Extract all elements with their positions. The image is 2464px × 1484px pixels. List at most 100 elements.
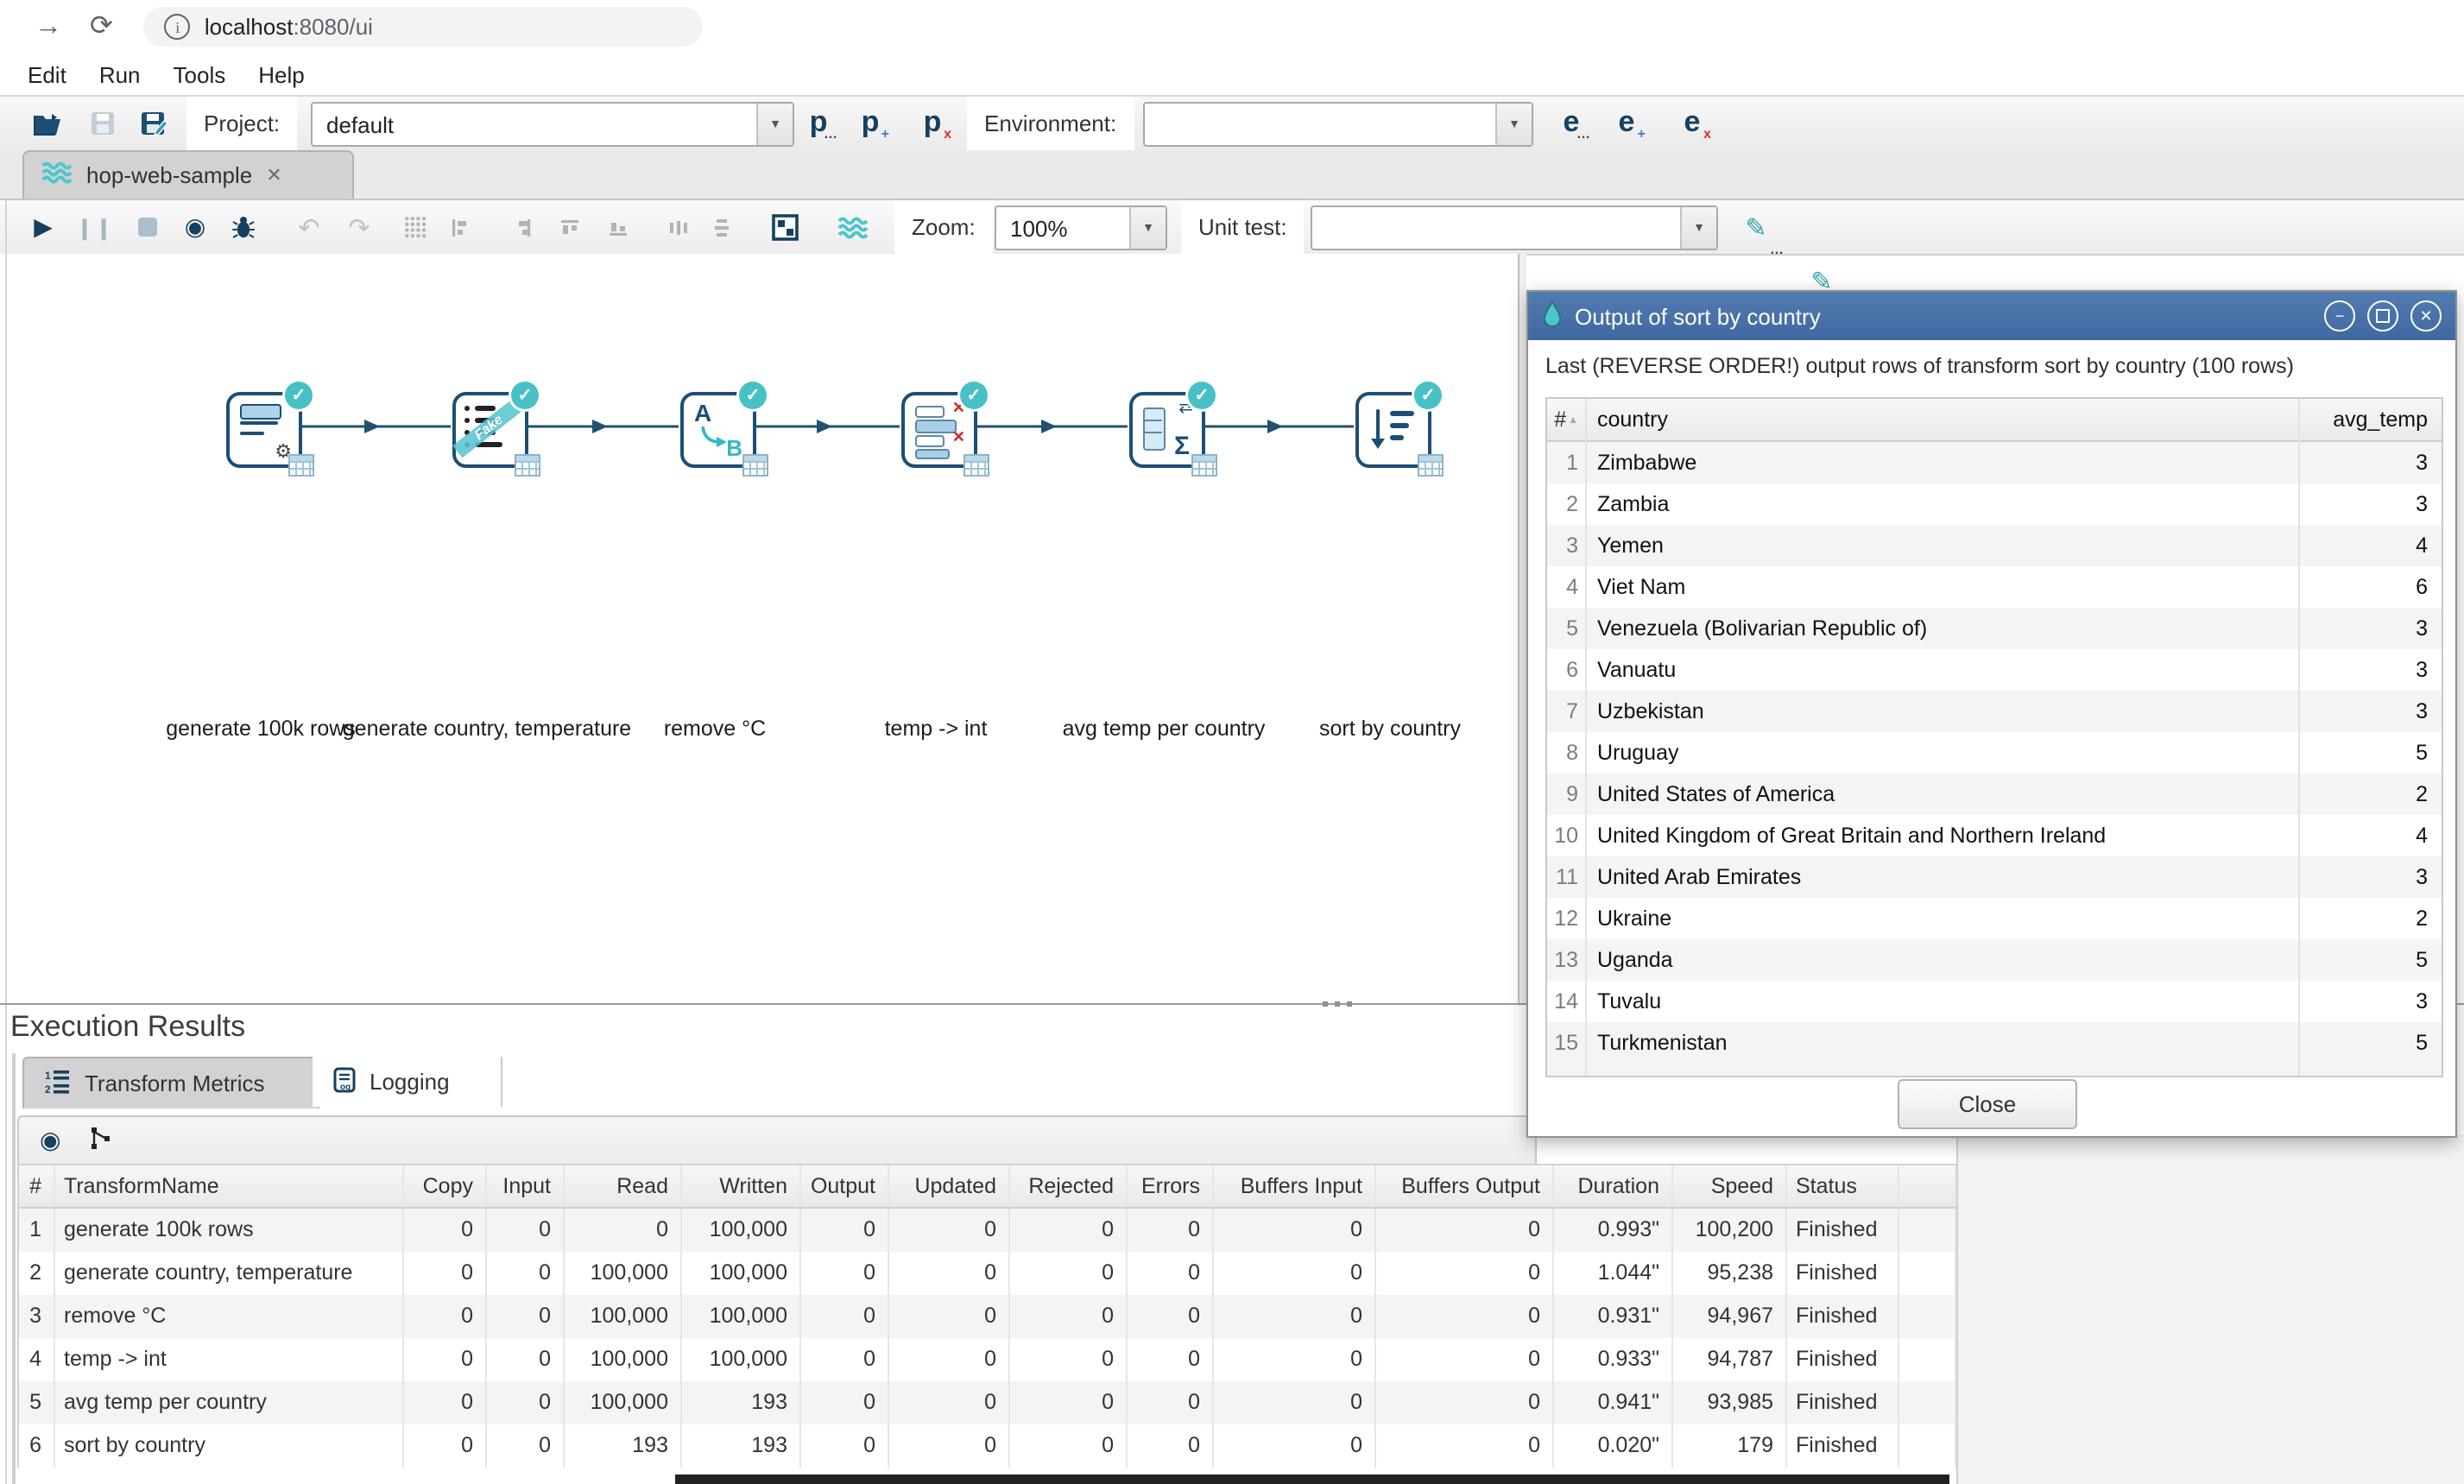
list-item[interactable]: 11 United Arab Emirates 3 bbox=[1547, 856, 2442, 898]
preview-grid-badge-icon[interactable] bbox=[288, 454, 314, 477]
align-right-icon[interactable] bbox=[504, 200, 542, 254]
list-item[interactable]: 14 Tuvalu 3 bbox=[1547, 981, 2442, 1022]
distribute-horizontal-icon[interactable] bbox=[660, 200, 698, 254]
menu-edit[interactable]: Edit bbox=[28, 61, 66, 87]
close-button[interactable]: Close bbox=[1898, 1079, 2077, 1129]
col-header[interactable]: Input bbox=[487, 1165, 565, 1207]
col-header[interactable]: Output bbox=[801, 1165, 889, 1207]
project-edit-icon[interactable]: p… bbox=[798, 102, 839, 143]
environment-select[interactable]: ▼ bbox=[1143, 102, 1533, 147]
table-row[interactable]: 3 remove °C 0 0 100,000 100,000 0 0 0 0 … bbox=[19, 1295, 1956, 1338]
stop-icon[interactable] bbox=[128, 200, 166, 254]
menu-tools[interactable]: Tools bbox=[174, 61, 226, 87]
align-bottom-icon[interactable] bbox=[599, 200, 637, 254]
close-icon[interactable]: ✕ bbox=[2410, 300, 2442, 332]
transform-generate-country-temperature[interactable]: Fake ✓ bbox=[452, 392, 528, 468]
col-header[interactable]: Read bbox=[565, 1165, 682, 1207]
splitter-handle[interactable] bbox=[1323, 998, 1357, 1008]
preview-icon[interactable]: ◉ bbox=[176, 200, 214, 254]
col-header[interactable]: Buffers Output bbox=[1376, 1165, 1554, 1207]
list-item[interactable]: 6 Vanuatu 3 bbox=[1547, 649, 2442, 691]
col-header[interactable]: Updated bbox=[889, 1165, 1010, 1207]
transform-label[interactable]: generate country, temperature bbox=[343, 717, 631, 741]
list-item[interactable]: 1 Zimbabwe 3 bbox=[1547, 442, 2442, 483]
list-item[interactable]: 15 Turkmenistan 5 bbox=[1547, 1022, 2442, 1064]
list-item[interactable]: 4 Viet Nam 6 bbox=[1547, 566, 2442, 608]
table-row[interactable]: 5 avg temp per country 0 0 100,000 193 0… bbox=[19, 1381, 1956, 1424]
list-item[interactable]: 5 Venezuela (Bolivarian Republic of) 3 bbox=[1547, 608, 2442, 649]
transform-label[interactable]: sort by country bbox=[1319, 717, 1461, 741]
maximize-icon[interactable] bbox=[2367, 300, 2398, 332]
project-add-icon[interactable]: p+ bbox=[850, 102, 891, 143]
list-item[interactable]: 13 Uganda 5 bbox=[1547, 939, 2442, 981]
redo-icon[interactable]: ↷ bbox=[340, 200, 378, 254]
open-file-icon[interactable] bbox=[28, 97, 66, 150]
col-header[interactable]: Rejected bbox=[1010, 1165, 1128, 1207]
preview-grid-badge-icon[interactable] bbox=[963, 454, 989, 477]
menu-help[interactable]: Help bbox=[258, 61, 305, 87]
zoom-select[interactable]: 100% ▼ bbox=[995, 205, 1167, 250]
transform-remove-c[interactable]: A B ✓ bbox=[680, 392, 756, 468]
url-bar[interactable]: i localhost:8080/ui bbox=[144, 7, 704, 47]
list-item[interactable]: 3 Yemen 4 bbox=[1547, 525, 2442, 566]
bottom-scrollbar[interactable] bbox=[675, 1475, 1949, 1484]
table-row[interactable]: 2 generate country, temperature 0 0 100,… bbox=[19, 1252, 1956, 1295]
transform-label[interactable]: remove °C bbox=[664, 717, 766, 741]
preview-grid-badge-icon[interactable] bbox=[1191, 454, 1217, 477]
forward-icon[interactable]: → bbox=[35, 13, 62, 41]
save-as-icon[interactable] bbox=[135, 97, 173, 150]
preview-data-icon[interactable] bbox=[767, 200, 805, 254]
col-header[interactable]: Speed bbox=[1673, 1165, 1787, 1207]
project-delete-icon[interactable]: px bbox=[912, 102, 953, 143]
debug-bug-icon[interactable] bbox=[224, 200, 262, 254]
table-row[interactable]: 6 sort by country 0 0 193 193 0 0 0 0 0 … bbox=[19, 1424, 1956, 1468]
preview-grid-badge-icon[interactable] bbox=[742, 454, 768, 477]
run-icon[interactable]: ▶ bbox=[24, 200, 62, 254]
transform-sort-by-country[interactable]: ✓ bbox=[1355, 392, 1431, 468]
canvas-scrollbar[interactable] bbox=[1519, 254, 1526, 1003]
transform-label[interactable]: temp -> int bbox=[885, 717, 988, 741]
dialog-titlebar[interactable]: Output of sort by country − ✕ bbox=[1528, 292, 2455, 340]
preview-grid-badge-icon[interactable] bbox=[1418, 454, 1444, 477]
col-header[interactable]: Copy bbox=[404, 1165, 487, 1207]
snap-grid-icon[interactable] bbox=[395, 200, 433, 254]
transform-generate-100k-rows[interactable]: ⚙ ✓ bbox=[226, 392, 302, 468]
pause-icon[interactable]: ❙❙ bbox=[76, 200, 114, 254]
minimize-icon[interactable]: − bbox=[2324, 300, 2355, 332]
pipeline-canvas[interactable]: ⚙ ✓ Fake ✓ A B ✓ ✕ ✕ ✓ bbox=[0, 254, 1518, 1003]
transform-label[interactable]: generate 100k rows bbox=[166, 717, 356, 741]
col-header[interactable]: # bbox=[19, 1165, 55, 1207]
chevron-down-icon[interactable]: ▼ bbox=[1129, 207, 1166, 249]
unit-test-edit-icon[interactable]: ✎… bbox=[1737, 200, 1775, 254]
list-item[interactable]: 9 United States of America 2 bbox=[1547, 774, 2442, 815]
col-header[interactable]: Written bbox=[682, 1165, 801, 1207]
distribute-vertical-icon[interactable] bbox=[703, 200, 741, 254]
pipeline-waves-icon[interactable] bbox=[834, 200, 872, 254]
col-header-num[interactable]: #▲ bbox=[1547, 399, 1587, 442]
environment-edit-icon[interactable]: e… bbox=[1551, 102, 1592, 143]
preview-grid-badge-icon[interactable] bbox=[515, 454, 540, 477]
environment-add-icon[interactable]: e+ bbox=[1606, 102, 1647, 143]
project-select[interactable]: default ▼ bbox=[311, 102, 794, 147]
environment-delete-icon[interactable]: ex bbox=[1671, 102, 1713, 143]
reload-icon[interactable]: ⟳ bbox=[90, 13, 113, 41]
menu-run[interactable]: Run bbox=[99, 61, 141, 87]
col-header[interactable]: Buffers Input bbox=[1214, 1165, 1376, 1207]
tab-close-icon[interactable]: ✕ bbox=[266, 164, 281, 186]
branch-icon[interactable] bbox=[88, 1126, 112, 1155]
col-header[interactable]: Errors bbox=[1128, 1165, 1214, 1207]
list-item[interactable]: 8 Uruguay 5 bbox=[1547, 732, 2442, 774]
align-top-icon[interactable] bbox=[551, 200, 589, 254]
chevron-down-icon[interactable]: ▼ bbox=[756, 104, 793, 145]
transform-label[interactable]: avg temp per country bbox=[1063, 717, 1266, 741]
list-item[interactable]: 10 United Kingdom of Great Britain and N… bbox=[1547, 815, 2442, 856]
show-hide-icon[interactable]: ◉ bbox=[40, 1126, 60, 1155]
align-left-icon[interactable] bbox=[440, 200, 478, 254]
unit-test-select[interactable]: ▼ bbox=[1311, 205, 1718, 250]
col-header[interactable]: Duration bbox=[1554, 1165, 1673, 1207]
col-header-country[interactable]: country bbox=[1587, 399, 2298, 442]
col-header-avg-temp[interactable]: avg_temp bbox=[2298, 399, 2442, 442]
table-row[interactable]: 4 temp -> int 0 0 100,000 100,000 0 0 0 … bbox=[19, 1338, 1956, 1381]
list-item[interactable]: 7 Uzbekistan 3 bbox=[1547, 691, 2442, 732]
col-header[interactable]: TransformName bbox=[55, 1165, 404, 1207]
